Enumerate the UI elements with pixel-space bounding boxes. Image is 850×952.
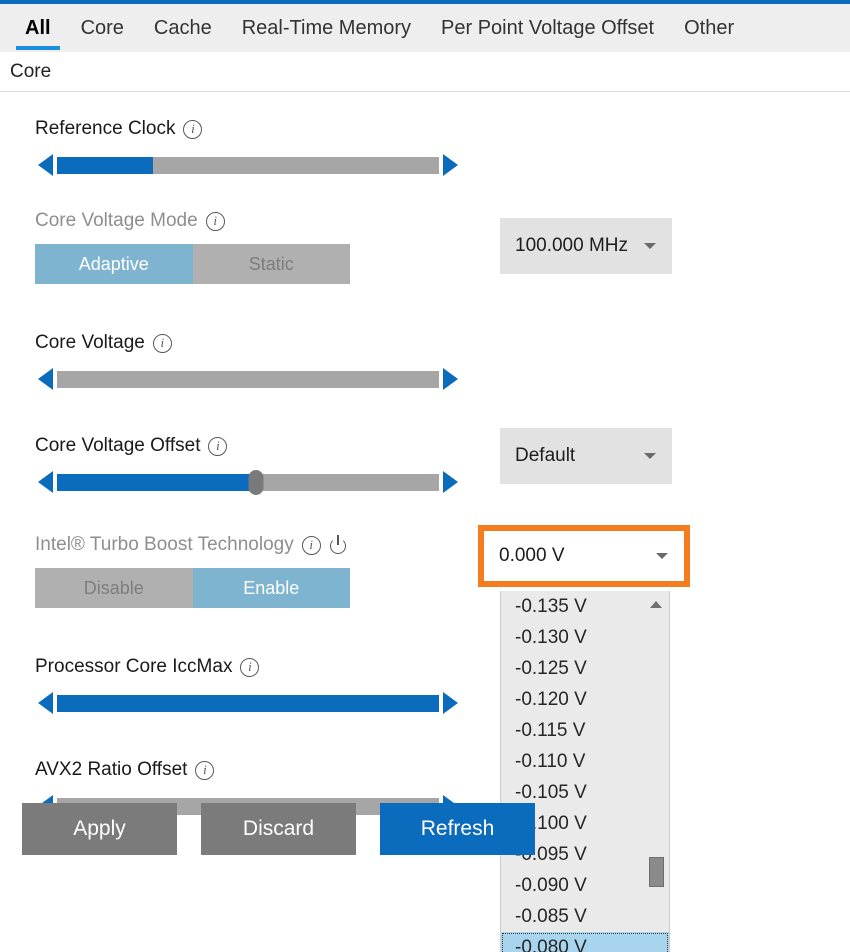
info-icon[interactable]: [240, 657, 260, 677]
discard-button[interactable]: Discard: [201, 803, 356, 855]
tab-real-time-memory[interactable]: Real-Time Memory: [227, 4, 426, 52]
slider-track[interactable]: [57, 370, 439, 388]
setting-core-voltage: Core Voltage: [0, 332, 850, 392]
core-voltage-mode-static-label: Static: [248, 253, 294, 274]
settings-panel: Reference Clock 100.000 MHz Core Voltage…: [0, 92, 850, 952]
setting-reference-clock: Reference Clock: [0, 118, 850, 178]
info-icon[interactable]: [152, 333, 172, 353]
refresh-button-label: Refresh: [420, 817, 495, 840]
slider-increment-arrow-icon[interactable]: [443, 692, 458, 714]
refresh-button[interactable]: Refresh: [380, 803, 535, 855]
slider-decrement-arrow-icon[interactable]: [38, 471, 53, 493]
core-voltage-mode-adaptive-label: Adaptive: [78, 253, 149, 274]
breadcrumb: Core: [0, 52, 850, 92]
tab-per-point-voltage-offset-label: Per Point Voltage Offset: [441, 16, 655, 39]
turbo-boost-label: Intel® Turbo Boost Technology: [35, 534, 294, 555]
core-voltage-mode-static-option[interactable]: Static: [192, 244, 350, 284]
discard-button-label: Discard: [242, 817, 315, 840]
reference-clock-slider[interactable]: [38, 152, 458, 178]
tab-core-label: Core: [80, 16, 124, 39]
list-item[interactable]: -0.090 V: [501, 870, 669, 901]
info-icon[interactable]: [183, 119, 203, 139]
turbo-boost-label-row: Intel® Turbo Boost Technology: [35, 534, 850, 556]
core-voltage-offset-label: Core Voltage Offset: [35, 435, 201, 456]
core-voltage-offset-slider[interactable]: [38, 469, 458, 495]
apply-button[interactable]: Apply: [22, 803, 177, 855]
slider-increment-arrow-icon[interactable]: [443, 368, 458, 390]
core-voltage-mode-toggle[interactable]: Adaptive Static: [35, 244, 350, 284]
list-item[interactable]: -0.130 V: [501, 622, 669, 653]
reference-clock-label: Reference Clock: [35, 118, 176, 139]
tab-all-label: All: [25, 16, 51, 39]
apply-button-label: Apply: [73, 817, 126, 840]
core-voltage-mode-label-row: Core Voltage Mode: [35, 210, 850, 232]
reference-clock-label-row: Reference Clock: [35, 118, 850, 140]
scrollbar-thumb[interactable]: [649, 857, 664, 887]
list-item[interactable]: -0.085 V: [501, 901, 669, 932]
slider-decrement-arrow-icon[interactable]: [38, 368, 53, 390]
setting-turbo-boost: Intel® Turbo Boost Technology Disable En…: [0, 534, 850, 608]
turbo-boost-toggle[interactable]: Disable Enable: [35, 568, 350, 608]
tab-cache[interactable]: Cache: [139, 4, 227, 52]
core-voltage-label-row: Core Voltage: [35, 332, 850, 354]
turbo-boost-disable-option[interactable]: Disable: [35, 568, 193, 608]
info-icon[interactable]: [205, 211, 225, 231]
tab-all[interactable]: All: [10, 4, 66, 52]
avx2-ratio-offset-label-row: AVX2 Ratio Offset: [35, 759, 850, 781]
core-voltage-slider[interactable]: [38, 366, 458, 392]
slider-track[interactable]: [57, 694, 439, 712]
setting-iccmax: Processor Core IccMax: [0, 656, 850, 716]
setting-core-voltage-offset: Core Voltage Offset: [0, 435, 850, 495]
slider-increment-arrow-icon[interactable]: [443, 154, 458, 176]
iccmax-label: Processor Core IccMax: [35, 656, 233, 677]
slider-track[interactable]: [57, 469, 439, 495]
tab-core[interactable]: Core: [66, 4, 139, 52]
action-button-bar: Apply Discard Refresh: [22, 803, 535, 855]
core-voltage-label: Core Voltage: [35, 332, 145, 353]
setting-core-voltage-mode: Core Voltage Mode Adaptive Static: [0, 210, 850, 284]
tab-cache-label: Cache: [153, 16, 212, 39]
iccmax-label-row: Processor Core IccMax: [35, 656, 850, 678]
slider-thumb[interactable]: [248, 469, 264, 495]
core-voltage-offset-label-row: Core Voltage Offset: [35, 435, 850, 457]
tab-per-point-voltage-offset[interactable]: Per Point Voltage Offset: [426, 4, 669, 52]
tab-strip: All Core Cache Real-Time Memory Per Poin…: [0, 4, 850, 52]
power-icon[interactable]: [329, 535, 349, 555]
slider-decrement-arrow-icon[interactable]: [38, 692, 53, 714]
slider-fill: [57, 694, 439, 712]
list-item-selected[interactable]: -0.080 V: [501, 932, 669, 952]
tab-other[interactable]: Other: [669, 4, 749, 52]
iccmax-slider[interactable]: [38, 690, 458, 716]
tab-other-label: Other: [684, 16, 735, 39]
slider-fill: [57, 156, 153, 174]
turbo-boost-enable-option[interactable]: Enable: [192, 568, 350, 608]
turbo-boost-enable-label: Enable: [243, 577, 300, 598]
turbo-boost-disable-label: Disable: [83, 577, 144, 598]
slider-fill: [57, 473, 256, 491]
tab-real-time-memory-label: Real-Time Memory: [241, 16, 412, 39]
info-icon[interactable]: [301, 535, 321, 555]
info-icon[interactable]: [208, 436, 228, 456]
list-item[interactable]: -0.115 V: [501, 715, 669, 746]
slider-increment-arrow-icon[interactable]: [443, 471, 458, 493]
info-icon[interactable]: [195, 760, 215, 780]
breadcrumb-label: Core: [10, 60, 52, 82]
slider-track[interactable]: [57, 156, 439, 174]
core-voltage-mode-label: Core Voltage Mode: [35, 210, 198, 231]
avx2-ratio-offset-label: AVX2 Ratio Offset: [35, 759, 188, 780]
core-voltage-mode-adaptive-option[interactable]: Adaptive: [35, 244, 193, 284]
slider-decrement-arrow-icon[interactable]: [38, 154, 53, 176]
